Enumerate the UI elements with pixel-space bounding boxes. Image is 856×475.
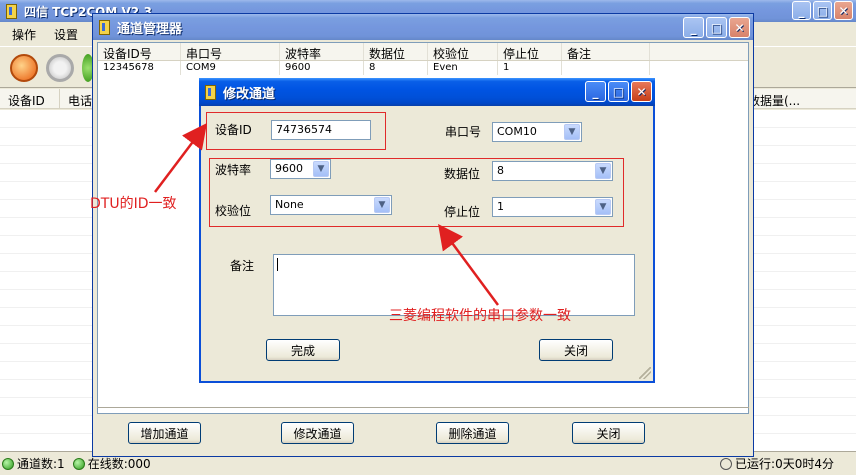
cell-remark: [562, 61, 650, 75]
channel-manager-button-bar: 增加通道 修改通道 删除通道 关闭: [97, 407, 749, 455]
channel-manager-title: 通道管理器: [117, 21, 183, 37]
delete-channel-button[interactable]: 删除通道: [436, 422, 509, 444]
close-button[interactable]: 关闭: [572, 422, 645, 444]
channels-status-icon: [2, 457, 14, 470]
menu-operate[interactable]: 操作: [12, 26, 36, 43]
port-select[interactable]: COM10 ▼: [492, 122, 582, 142]
add-channel-button[interactable]: 增加通道: [128, 422, 201, 444]
channel-count: 通道数:1: [17, 457, 65, 471]
channel-table-header: 设备ID号 串口号 波特率 数据位 校验位 停止位 备注: [98, 43, 748, 61]
col-stopbits[interactable]: 停止位: [498, 43, 562, 60]
clock-icon: [720, 457, 733, 470]
edit-dialog-title-bar[interactable]: 修改通道 _ □ ✕: [199, 78, 655, 106]
cell-port: COM9: [181, 61, 280, 75]
close-button[interactable]: 关闭: [539, 339, 613, 361]
remark-label: 备注: [230, 259, 255, 273]
channel-manager-title-bar[interactable]: 通道管理器 _ □ ✕: [93, 14, 753, 40]
port-value: COM10: [497, 125, 537, 138]
serial-params-note: 三菱编程软件的串口参数一致: [389, 308, 571, 324]
col-databits[interactable]: 数据位: [364, 43, 428, 60]
start-icon[interactable]: [10, 54, 38, 82]
col-remark[interactable]: 备注: [562, 43, 650, 60]
dtu-id-note: DTU的ID一致: [90, 196, 177, 212]
runtime: 已运行:0天0时4分: [735, 457, 834, 471]
app-icon: [4, 3, 18, 19]
table-row[interactable]: 12345678 COM9 9600 8 Even 1: [98, 61, 748, 75]
cell-stopbits: 1: [498, 61, 562, 75]
text-caret: [277, 258, 278, 271]
minimize-button[interactable]: _: [585, 81, 606, 102]
maximize-button[interactable]: □: [813, 1, 832, 20]
minimize-button[interactable]: _: [792, 1, 811, 20]
done-button[interactable]: 完成: [266, 339, 340, 361]
online-status-icon: [72, 457, 85, 470]
menu-settings[interactable]: 设置: [54, 26, 78, 43]
col-baud[interactable]: 波特率: [280, 43, 364, 60]
cell-databits: 8: [364, 61, 428, 75]
stop-icon[interactable]: [46, 54, 74, 82]
chevron-down-icon[interactable]: ▼: [564, 124, 580, 140]
device-id-highlight-box: [206, 112, 386, 150]
close-button[interactable]: ✕: [631, 81, 652, 102]
close-button[interactable]: ✕: [834, 1, 853, 20]
window-icon: [203, 84, 217, 100]
cell-parity: Even: [428, 61, 498, 75]
maximize-button[interactable]: □: [608, 81, 629, 102]
online-count: 在线数:000: [87, 457, 151, 471]
window-icon: [97, 19, 111, 35]
col-port[interactable]: 串口号: [181, 43, 280, 60]
col-parity[interactable]: 校验位: [428, 43, 498, 60]
col-device-id[interactable]: 设备ID: [0, 89, 60, 108]
col-device-id[interactable]: 设备ID号: [98, 43, 181, 60]
serial-params-highlight-box: [209, 158, 624, 227]
close-button[interactable]: ✕: [729, 17, 750, 38]
maximize-button[interactable]: □: [706, 17, 727, 38]
minimize-button[interactable]: _: [683, 17, 704, 38]
modify-channel-button[interactable]: 修改通道: [281, 422, 354, 444]
port-label: 串口号: [445, 125, 482, 139]
edit-dialog-title: 修改通道: [223, 86, 276, 102]
resize-grip-icon[interactable]: [639, 367, 651, 379]
cell-baud: 9600: [280, 61, 364, 75]
cell-device-id: 12345678: [98, 61, 181, 75]
